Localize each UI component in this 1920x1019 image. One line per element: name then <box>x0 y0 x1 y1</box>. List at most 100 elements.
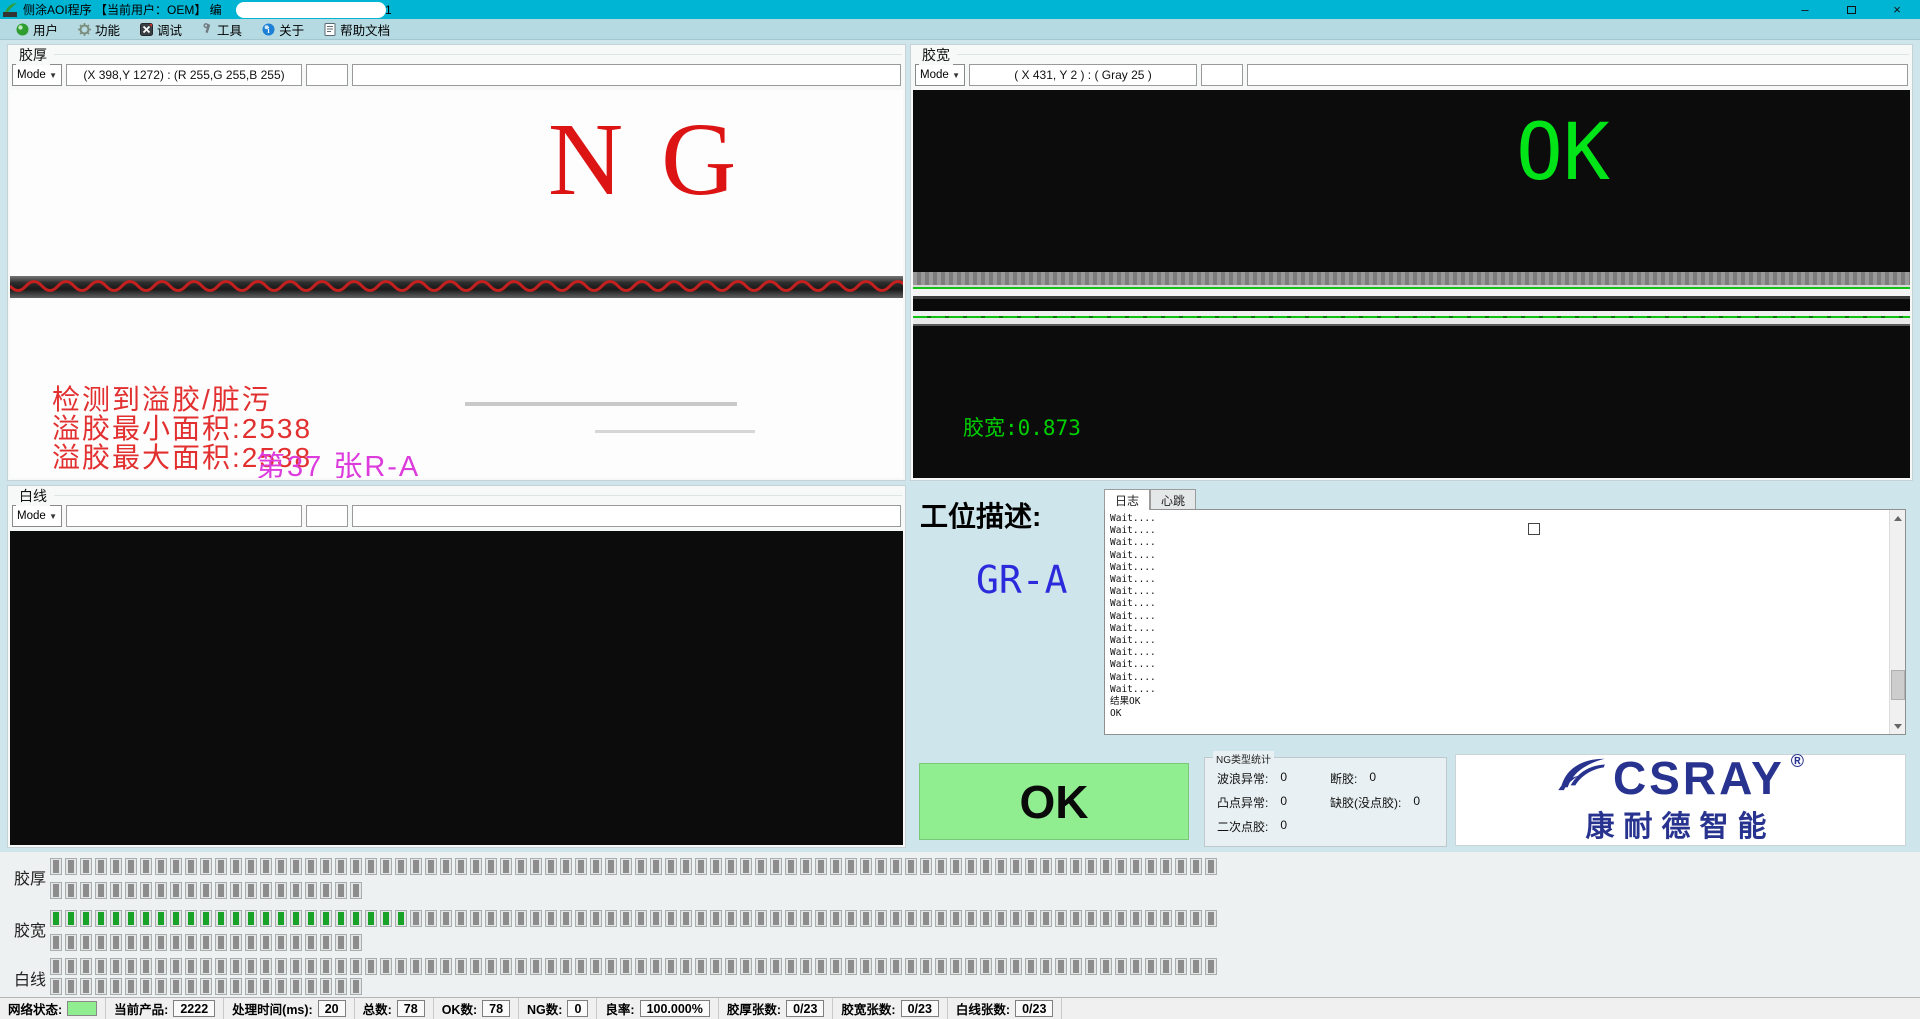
log-scrollbar[interactable] <box>1889 510 1905 734</box>
result-ok-button[interactable]: OK <box>919 763 1189 840</box>
progress-cell <box>110 978 122 995</box>
progress-cell <box>125 958 137 975</box>
progress-cell <box>395 958 407 975</box>
log-line: Wait.... <box>1110 684 1885 696</box>
log-line: Wait.... <box>1110 562 1885 574</box>
network-status-indicator <box>67 1001 97 1016</box>
progress-cell <box>875 958 887 975</box>
progress-cell <box>230 958 242 975</box>
progress-cell <box>245 910 257 927</box>
status-label: 处理时间(ms): <box>232 999 313 1018</box>
progress-cell <box>575 958 587 975</box>
progress-cell <box>650 858 662 875</box>
progress-cell <box>380 958 392 975</box>
progress-cell <box>935 910 947 927</box>
log-line: Wait.... <box>1110 672 1885 684</box>
progress-cell <box>905 910 917 927</box>
progress-cell <box>455 958 467 975</box>
groupbox-line <box>957 54 1909 55</box>
progress-cell <box>785 958 797 975</box>
progress-cell <box>1130 910 1142 927</box>
progress-cell <box>875 910 887 927</box>
progress-cell <box>1205 910 1217 927</box>
progress-cell <box>1085 910 1097 927</box>
log-content[interactable]: Wait....Wait....Wait....Wait....Wait....… <box>1104 509 1906 735</box>
progress-cell <box>845 910 857 927</box>
progress-cell <box>710 858 722 875</box>
progress-cell <box>440 858 452 875</box>
progress-cell <box>365 910 377 927</box>
progress-cell <box>560 958 572 975</box>
progress-cell <box>335 882 347 899</box>
menu-item-tools[interactable]: 工具 <box>192 19 252 39</box>
tools-icon <box>202 23 213 36</box>
menu-item-about[interactable]: i 关于 <box>252 19 314 39</box>
progress-cell <box>740 858 752 875</box>
status-segment: OK数:78 <box>434 998 519 1019</box>
maximize-button[interactable] <box>1828 0 1874 19</box>
scroll-up-icon[interactable] <box>1891 511 1905 525</box>
small-textbox[interactable] <box>1201 64 1243 86</box>
progress-cell <box>545 858 557 875</box>
menu-item-user[interactable]: 用户 <box>6 19 68 39</box>
menu-item-debug[interactable]: 调试 <box>130 19 192 39</box>
log-checkbox[interactable] <box>1528 523 1540 535</box>
glue-thickness-image[interactable]: NG 检测到溢胶/脏污 溢胶最小面积:2538 溢胶最大面积:2538 第37 … <box>10 90 903 478</box>
progress-cell <box>410 958 422 975</box>
progress-cell <box>65 958 77 975</box>
log-line: Wait.... <box>1110 550 1885 562</box>
progress-cell <box>335 858 347 875</box>
progress-cell <box>50 978 62 995</box>
scroll-down-icon[interactable] <box>1891 719 1905 733</box>
pixel-coord-readout[interactable]: ( X 431, Y 2 ) : ( Gray 25 ) <box>969 64 1197 86</box>
progress-cell <box>50 958 62 975</box>
progress-cell <box>95 934 107 951</box>
white-line-image[interactable] <box>10 531 903 845</box>
progress-cell <box>950 910 962 927</box>
scrollbar-thumb[interactable] <box>1891 670 1905 700</box>
status-bar: 网络状态:当前产品:2222处理时间(ms):20总数:78OK数:78NG数:… <box>0 997 1920 1019</box>
progress-cell <box>305 934 317 951</box>
progress-cell <box>245 882 257 899</box>
mode-dropdown[interactable]: Mode▼ <box>12 64 62 86</box>
small-textbox[interactable] <box>306 64 348 86</box>
progress-cell <box>260 934 272 951</box>
progress-cell <box>80 978 92 995</box>
mode-dropdown[interactable]: Mode▼ <box>915 64 965 86</box>
app-icon <box>3 3 18 17</box>
menu-item-help[interactable]: 帮助文档 <box>314 19 400 39</box>
progress-cell <box>200 910 212 927</box>
progress-row <box>50 978 365 995</box>
minimize-button[interactable]: – <box>1782 0 1828 19</box>
progress-cell <box>245 978 257 995</box>
mode-dropdown[interactable]: Mode▼ <box>12 505 62 527</box>
progress-cell <box>230 910 242 927</box>
progress-cell <box>185 978 197 995</box>
pixel-coord-readout[interactable] <box>66 505 302 527</box>
progress-cell <box>770 910 782 927</box>
wide-textbox[interactable] <box>1247 64 1908 86</box>
wide-textbox[interactable] <box>352 505 901 527</box>
ng-stat-label: 断胶: <box>1330 770 1357 787</box>
progress-cell <box>1205 958 1217 975</box>
glue-width-image[interactable]: OK 胶宽:0.873 <box>913 90 1910 478</box>
progress-cell <box>80 934 92 951</box>
progress-cell <box>1115 858 1127 875</box>
progress-cell <box>215 978 227 995</box>
tab-log[interactable]: 日志 <box>1104 489 1150 510</box>
menu-item-functions[interactable]: 功能 <box>68 19 130 39</box>
close-button[interactable]: × <box>1874 0 1920 19</box>
progress-cell <box>1025 858 1037 875</box>
status-segment: 良率:100.000% <box>597 998 718 1019</box>
progress-cell <box>1070 910 1082 927</box>
wide-textbox[interactable] <box>352 64 901 86</box>
progress-cell <box>890 858 902 875</box>
progress-cell <box>125 910 137 927</box>
progress-cell <box>815 858 827 875</box>
pixel-coord-readout[interactable]: (X 398,Y 1272) : (R 255,G 255,B 255) <box>66 64 302 86</box>
progress-cell <box>350 958 362 975</box>
small-textbox[interactable] <box>306 505 348 527</box>
tab-heartbeat[interactable]: 心跳 <box>1150 489 1196 510</box>
groupbox-line <box>54 495 902 496</box>
progress-cell <box>290 910 302 927</box>
